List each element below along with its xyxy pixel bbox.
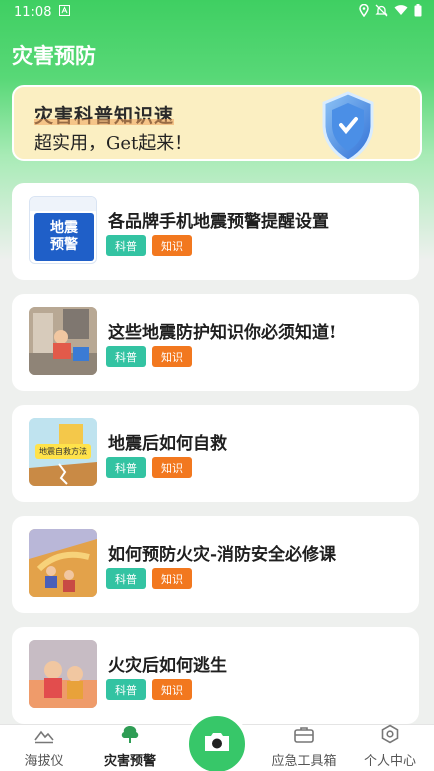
article-thumbnail: 地震自救方法 (29, 418, 97, 486)
toolbox-icon (293, 726, 315, 748)
banner-title: 灾害科普知识速 (34, 101, 175, 128)
tag-knowledge: 知识 (152, 679, 192, 700)
wifi-icon (394, 4, 408, 20)
nav-item-profile[interactable]: 个人中心 (350, 724, 430, 771)
tag-science: 科普 (106, 346, 146, 367)
location-icon (359, 3, 369, 21)
article-title: 这些地震防护知识你必须知道! (108, 323, 337, 343)
nav-label: 个人中心 (363, 754, 416, 769)
tag-knowledge: 知识 (152, 346, 192, 367)
thumb-text: 地震 (50, 220, 78, 236)
battery-icon (414, 3, 422, 21)
article-card[interactable]: 地震自救方法 地震后如何自救 科普 知识 (12, 405, 419, 502)
camera-icon (202, 730, 232, 758)
shield-icon (318, 89, 378, 159)
article-title: 火灾后如何逃生 (108, 656, 227, 676)
article-title: 地震后如何自救 (108, 434, 227, 454)
tag-knowledge: 知识 (152, 457, 192, 478)
camera-button[interactable] (185, 712, 249, 771)
article-thumbnail (29, 529, 97, 597)
article-thumbnail: 地震 预警 (29, 196, 97, 264)
tag-science: 科普 (106, 457, 146, 478)
notification-a-icon (59, 4, 71, 20)
article-card[interactable]: 这些地震防护知识你必须知道! 科普 知识 (12, 294, 419, 391)
page-title: 灾害预防 (12, 43, 96, 68)
nav-item-disaster-warning[interactable]: 灾害预警 (90, 725, 170, 771)
tag-knowledge: 知识 (152, 235, 192, 256)
tag-science: 科普 (106, 568, 146, 589)
status-time: 11:08 (14, 4, 52, 20)
status-bar: 11:08 (0, 0, 434, 24)
article-card[interactable]: 火灾后如何逃生 科普 知识 (12, 627, 419, 724)
knowledge-banner[interactable]: 灾害科普知识速 超实用，Get起来！ (12, 85, 422, 161)
tag-science: 科普 (106, 679, 146, 700)
article-title: 各品牌手机地震预警提醒设置 (108, 212, 329, 232)
tree-icon (119, 724, 141, 748)
article-title: 如何预防火灾-消防安全必修课 (108, 545, 337, 565)
article-thumbnail (29, 307, 97, 375)
nav-item-emergency-toolbox[interactable]: 应急工具箱 (264, 725, 344, 771)
nav-item-altimeter[interactable]: 海拔仪 (4, 725, 84, 771)
tag-knowledge: 知识 (152, 568, 192, 589)
nav-label: 灾害预警 (103, 754, 156, 769)
nav-label: 海拔仪 (24, 754, 64, 769)
thumb-text: 预警 (50, 237, 78, 253)
mute-icon (375, 4, 388, 21)
nav-label: 应急工具箱 (271, 754, 337, 769)
article-thumbnail (29, 640, 97, 708)
mountain-icon (33, 726, 55, 748)
profile-icon (380, 724, 400, 748)
tag-science: 科普 (106, 235, 146, 256)
banner-subtitle: 超实用，Get起来！ (34, 133, 193, 154)
article-card[interactable]: 如何预防火灾-消防安全必修课 科普 知识 (12, 516, 419, 613)
article-card[interactable]: 地震 预警 各品牌手机地震预警提醒设置 科普 知识 (12, 183, 419, 280)
thumb-text: 地震自救方法 (39, 447, 87, 456)
